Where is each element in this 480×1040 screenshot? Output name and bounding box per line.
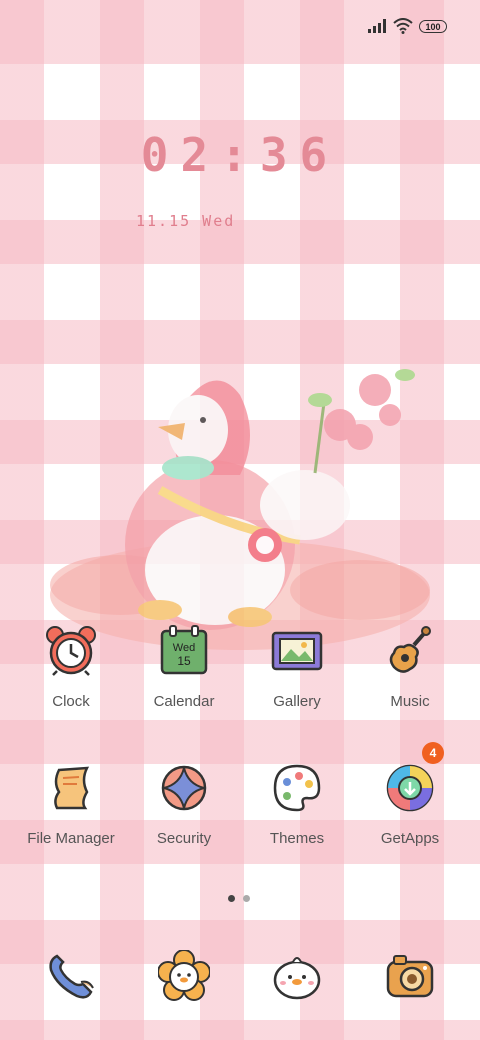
app-label-file-manager: File Manager [27,830,115,847]
wifi-icon [393,18,413,34]
app-label-gallery: Gallery [273,693,321,710]
flower-duck-icon [157,949,211,1002]
app-calendar[interactable]: Wed 15 Calendar [127,625,241,710]
dock-phone[interactable] [14,950,128,1002]
app-themes[interactable]: Themes [240,762,354,847]
svg-text:15: 15 [177,654,191,668]
palette-icon [271,762,323,814]
app-security[interactable]: Security [127,762,241,847]
phone-icon [45,950,97,1002]
app-label-security: Security [156,830,212,847]
app-file-manager[interactable]: File Manager [14,762,128,847]
app-clock[interactable]: Clock [14,625,128,710]
page-dot-active [228,895,235,902]
shield-star-icon [158,762,210,814]
alarm-clock-icon [45,625,97,677]
notification-badge: 4 [422,742,444,764]
clock-widget-date: 11.15 Wed [136,212,236,230]
dock-messages[interactable] [240,950,354,1002]
app-label-music: Music [390,693,430,710]
getapps-icon: 4 [384,742,444,814]
app-label-themes: Themes [269,830,325,847]
clock-widget-time[interactable]: 02:36 [0,128,480,182]
duck-face-icon [271,950,323,1002]
app-label-calendar: Calendar [153,693,215,710]
app-label-getapps: GetApps [380,830,440,847]
app-music[interactable]: Music [353,625,467,710]
page-dot [243,895,250,902]
dock-camera[interactable] [353,950,467,1002]
camera-icon [384,950,436,1002]
signal-bars-icon [368,19,386,33]
svg-text:Wed: Wed [173,642,195,654]
app-label-clock: Clock [52,693,90,710]
status-bar: 100 [0,0,480,54]
scroll-icon [45,762,97,814]
calendar-icon: Wed 15 [158,625,210,677]
guitar-icon [384,625,436,677]
app-getapps[interactable]: 4 GetApps [353,742,467,847]
battery-indicator: 100 [419,20,447,33]
app-gallery[interactable]: Gallery [240,625,354,710]
picture-frame-icon [271,625,323,677]
page-indicator [228,895,252,903]
dock-contacts[interactable] [127,949,241,1002]
